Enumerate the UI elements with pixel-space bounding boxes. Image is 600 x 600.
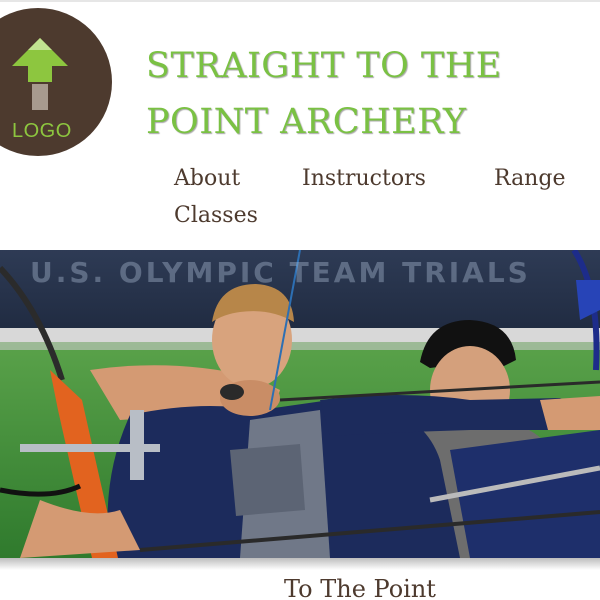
nav-item-classes[interactable]: Classes [174,199,258,233]
section-heading: To The Point [284,575,436,600]
top-rule [0,0,600,2]
hero-image: U.S. OLYMPIC TEAM TRIALS [0,250,600,558]
archers-photo [0,250,600,558]
logo-text: LOGO [12,120,72,142]
site-title[interactable]: STRAIGHT TO THE POINT ARCHERY [146,38,586,150]
banner-text: U.S. OLYMPIC TEAM TRIALS [30,256,531,289]
page: LOGO STRAIGHT TO THE POINT ARCHERY About… [0,0,600,600]
main-nav: About Instructors Range Classes [174,162,600,242]
hero-shadow [0,558,600,570]
nav-item-range[interactable]: Range [494,162,565,196]
nav-item-about[interactable]: About [174,162,240,196]
nav-item-instructors[interactable]: Instructors [302,162,426,196]
arrow-up-icon [12,38,68,110]
site-logo[interactable]: LOGO [0,8,112,156]
